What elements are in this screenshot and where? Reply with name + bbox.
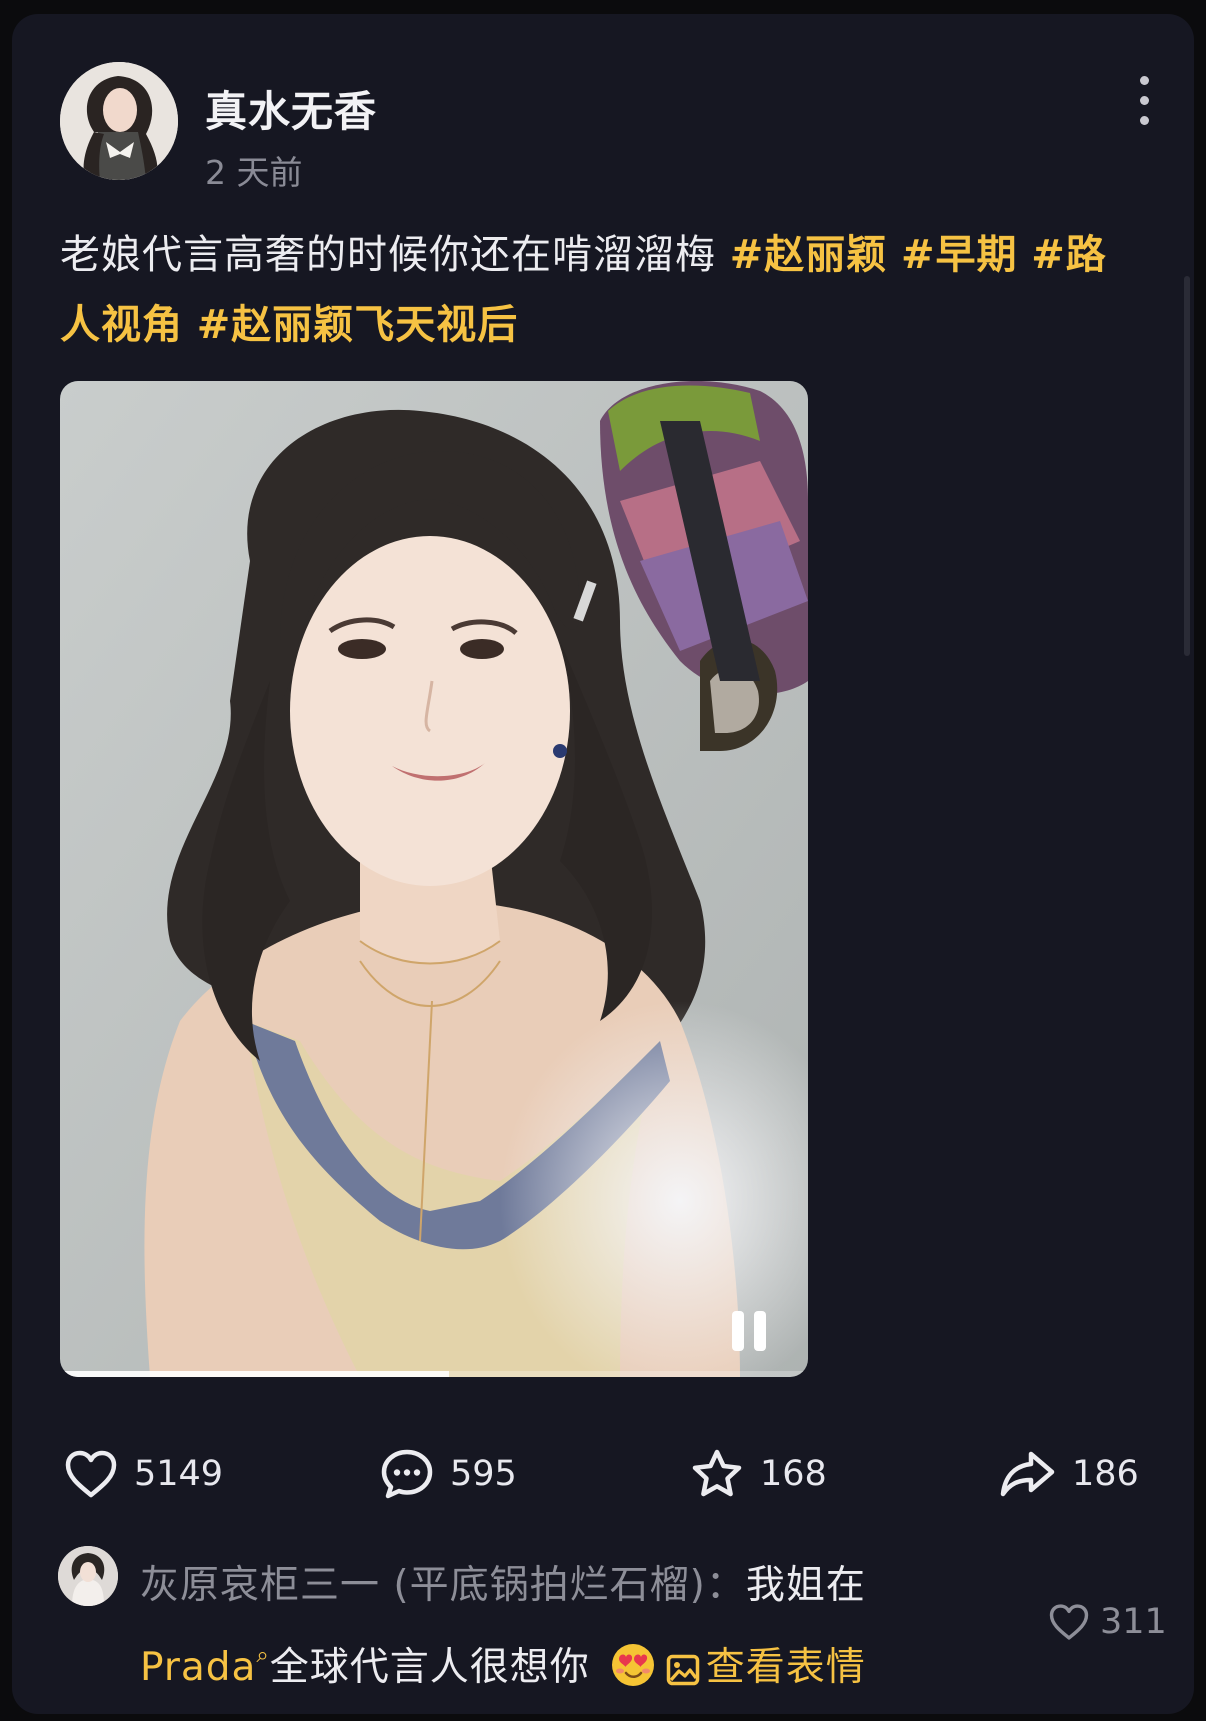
video-player[interactable] [60, 381, 808, 1377]
image-icon [666, 1654, 700, 1686]
share-arrow-icon [1000, 1451, 1055, 1497]
comment-count: 595 [450, 1454, 517, 1494]
pause-icon[interactable] [728, 1309, 770, 1355]
comment-button[interactable]: 595 [380, 1442, 517, 1506]
share-button[interactable]: 186 [998, 1442, 1139, 1506]
scrollbar[interactable] [1184, 276, 1190, 656]
view-sticker-button[interactable]: 查看表情 [666, 1645, 866, 1690]
prada-link-text: Prada [140, 1645, 257, 1690]
commenter-avatar[interactable] [58, 1546, 118, 1606]
heart-icon [65, 1450, 117, 1498]
comment-heart-icon [1049, 1604, 1089, 1640]
comment-like-button[interactable]: 311 [1048, 1602, 1167, 1642]
favorite-count: 168 [760, 1454, 827, 1494]
hashtag-feitian-award[interactable]: #赵丽颖飞天视后 [197, 302, 519, 348]
caption-text: 老娘代言高奢的时候你还在啃溜溜梅 [60, 232, 730, 278]
star-icon [692, 1449, 742, 1497]
search-icon: ⌕ [256, 1643, 270, 1668]
hashtag-early[interactable]: #早期 [901, 232, 1018, 278]
hashtag-zhaoliying[interactable]: #赵丽颖 [730, 232, 888, 278]
author-avatar[interactable] [60, 62, 178, 180]
commenter-name[interactable]: 灰原哀柜三一 (平底锅拍烂石榴)： [140, 1563, 746, 1608]
post-card: 真水无香 2 天前 老娘代言高奢的时候你还在啃溜溜梅 #赵丽颖 #早期 #路人视… [12, 14, 1194, 1714]
commenter-avatar-image [58, 1546, 118, 1606]
video-progress-fill [60, 1371, 449, 1377]
author-avatar-image [60, 62, 178, 180]
favorite-button[interactable]: 168 [690, 1442, 827, 1506]
more-options-icon[interactable] [1128, 72, 1162, 132]
comment-icon [381, 1449, 433, 1499]
comment-body: 灰原哀柜三一 (平底锅拍烂石榴)：我姐在 Prada⌕全球代言人很想你 查看表情 [140, 1551, 970, 1703]
view-sticker-label: 查看表情 [705, 1645, 866, 1690]
post-time: 2 天前 [205, 153, 303, 192]
prada-search-link[interactable]: Prada⌕ [140, 1643, 270, 1690]
comment-like-count: 311 [1100, 1602, 1167, 1642]
heart-eyes-emoji-icon [611, 1644, 654, 1686]
video-progress-bar[interactable] [60, 1371, 808, 1377]
comment-text-2: 全球代言人很想你 [269, 1645, 590, 1690]
like-button[interactable]: 5149 [64, 1442, 223, 1506]
like-count: 5149 [134, 1454, 224, 1494]
video-frame-image [60, 381, 808, 1377]
comment-text-1: 我姐在 [745, 1563, 866, 1608]
post-caption: 老娘代言高奢的时候你还在啃溜溜梅 #赵丽颖 #早期 #路人视角 #赵丽颖飞天视后 [60, 220, 1140, 360]
share-count: 186 [1072, 1454, 1139, 1494]
author-name[interactable]: 真水无香 [205, 78, 377, 139]
